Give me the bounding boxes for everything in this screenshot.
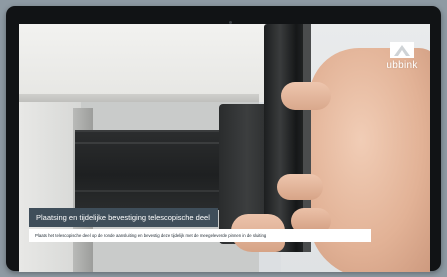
video-player[interactable]: ubbink Plaatsing en tijdelijke bevestigi…	[19, 24, 430, 272]
finger	[277, 174, 323, 200]
finger	[281, 82, 331, 110]
caption-description: Plaats het telescopische deel op de rond…	[29, 229, 371, 242]
ubbink-logo-icon	[390, 42, 414, 58]
brand-name: ubbink	[386, 60, 418, 71]
brand-logo: ubbink	[382, 42, 422, 71]
caption-title: Plaatsing en tijdelijke bevestiging tele…	[29, 208, 218, 227]
wall-left	[19, 102, 81, 272]
window-frame	[19, 24, 279, 102]
